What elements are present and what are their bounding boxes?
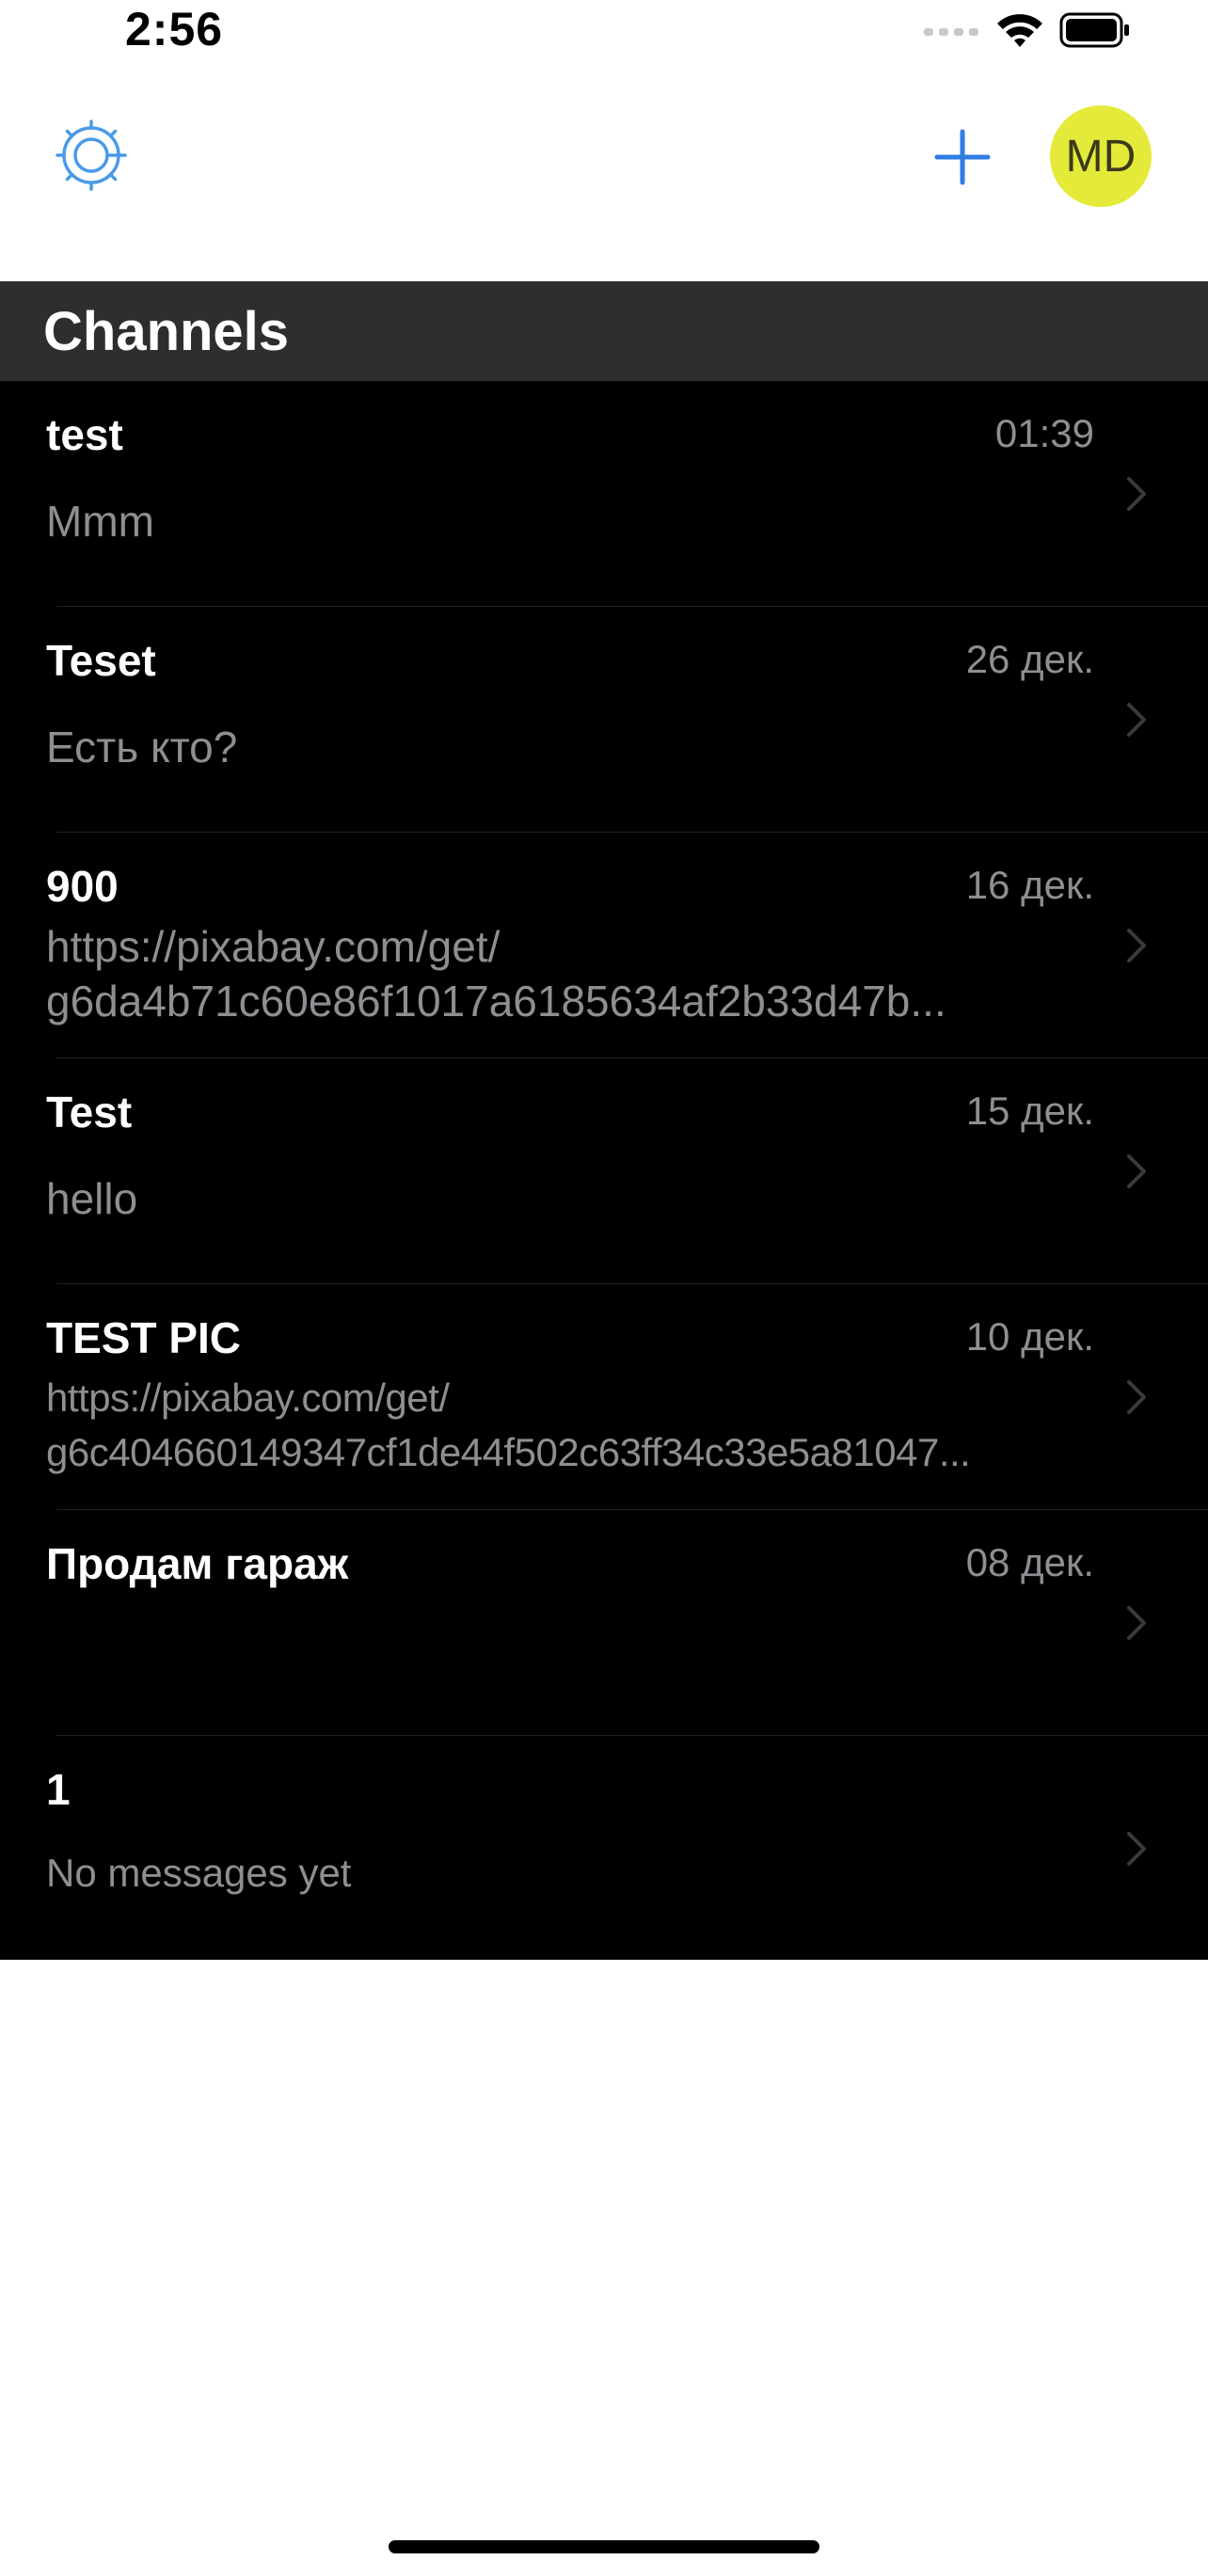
channel-date: 01:39 bbox=[994, 411, 1094, 455]
channel-row[interactable]: 900 16 дек. https://pixabay.com/get/ g6d… bbox=[0, 833, 1208, 1058]
channel-name: Test bbox=[46, 1088, 133, 1137]
channel-row[interactable]: test 01:39 Mmm bbox=[0, 381, 1208, 607]
channel-row[interactable]: Продам гараж 08 дек. bbox=[0, 1510, 1208, 1736]
channel-name: 1 bbox=[46, 1765, 71, 1814]
channel-last-message: Есть кто? bbox=[46, 722, 1062, 772]
settings-button[interactable] bbox=[53, 117, 130, 194]
navigation-bar: MD bbox=[0, 85, 1208, 282]
channel-row[interactable]: 1 No messages yet bbox=[0, 1736, 1208, 1960]
chevron-right-icon bbox=[1127, 703, 1146, 737]
channel-last-message-line: g6da4b71c60e86f1017a6185634af2b33d47b... bbox=[46, 977, 946, 1026]
channel-last-message-line: hello bbox=[46, 1174, 138, 1223]
channel-last-message: Mmm bbox=[46, 496, 1062, 547]
channel-last-message-line: https://pixabay.com/get/ bbox=[46, 1375, 450, 1420]
section-title: Channels bbox=[43, 301, 290, 362]
add-channel-button[interactable] bbox=[930, 124, 995, 190]
channel-last-message: https://pixabay.com/get/ g6da4b71c60e86f… bbox=[46, 919, 1062, 1032]
chevron-right-icon bbox=[1127, 1606, 1146, 1640]
battery-icon bbox=[1059, 12, 1129, 48]
wifi-icon bbox=[997, 14, 1042, 47]
chevron-right-icon bbox=[1127, 477, 1146, 511]
chevron-right-icon bbox=[1127, 1154, 1146, 1188]
home-indicator[interactable] bbox=[389, 2540, 819, 2553]
channel-date: 15 дек. bbox=[965, 1089, 1094, 1133]
status-bar: 2:56 bbox=[0, 0, 1208, 75]
channel-row[interactable]: Teset 26 дек. Есть кто? bbox=[0, 607, 1208, 833]
channel-date: 16 дек. bbox=[965, 863, 1094, 907]
channel-name: TEST PIC bbox=[46, 1313, 242, 1362]
chevron-right-icon bbox=[1127, 1832, 1146, 1866]
channel-date: 08 дек. bbox=[965, 1540, 1094, 1584]
channel-list: test 01:39 Mmm Teset 26 дек. Есть кто? 9… bbox=[0, 381, 1208, 1960]
channel-name: Продам гараж bbox=[46, 1539, 349, 1588]
status-icons bbox=[924, 11, 1131, 49]
channel-name: Teset bbox=[46, 636, 156, 685]
channel-date: 10 дек. bbox=[965, 1314, 1094, 1359]
channel-last-message-line: g6c404660149347cf1de44f502c63ff34c33e5a8… bbox=[46, 1430, 971, 1474]
channel-last-message: hello bbox=[46, 1173, 1062, 1224]
channel-last-message-line: https://pixabay.com/get/ bbox=[46, 922, 501, 971]
channel-row[interactable]: Test 15 дек. hello bbox=[0, 1058, 1208, 1284]
channel-date: 26 дек. bbox=[965, 637, 1094, 681]
channel-name: test bbox=[46, 410, 123, 459]
chevron-right-icon bbox=[1127, 1380, 1146, 1414]
channel-last-message-line: Есть кто? bbox=[46, 723, 238, 771]
channels-section-header: Channels bbox=[0, 281, 1208, 381]
channel-last-message-line: No messages yet bbox=[46, 1851, 352, 1895]
user-avatar[interactable]: MD bbox=[1050, 105, 1152, 207]
plus-icon bbox=[934, 129, 991, 185]
cellular-signal-icon bbox=[924, 28, 978, 36]
gear-icon bbox=[56, 119, 127, 191]
status-time: 2:56 bbox=[125, 3, 224, 56]
channel-name: 900 bbox=[46, 862, 119, 911]
channel-row[interactable]: TEST PIC 10 дек. https://pixabay.com/get… bbox=[0, 1284, 1208, 1510]
channel-last-message: No messages yet bbox=[46, 1851, 1062, 1896]
channel-last-message-line: Mmm bbox=[46, 497, 154, 546]
chevron-right-icon bbox=[1127, 929, 1146, 962]
channel-last-message: https://pixabay.com/get/ g6c404660149347… bbox=[46, 1371, 1062, 1484]
